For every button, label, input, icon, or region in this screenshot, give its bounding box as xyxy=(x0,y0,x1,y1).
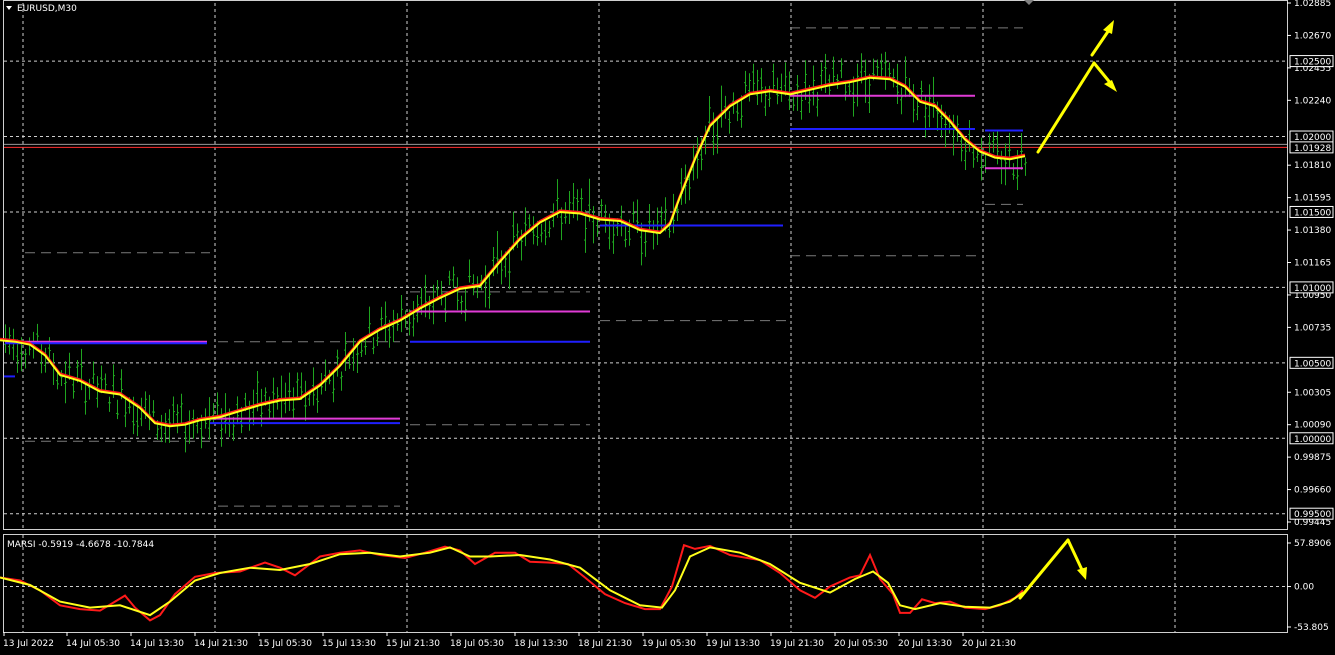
price-tick-label: 1.01810 xyxy=(1294,161,1331,171)
time-tick-label: 19 Jul 05:30 xyxy=(642,639,696,649)
indicator-tick-label: 57.8906 xyxy=(1294,539,1331,549)
time-tick-label: 19 Jul 21:30 xyxy=(770,639,824,649)
time-tick-label: 18 Jul 13:30 xyxy=(514,639,568,649)
level-price-label: 1.00000 xyxy=(1294,435,1331,445)
price-tick-label: 1.00305 xyxy=(1294,388,1331,398)
time-tick-label: 15 Jul 13:30 xyxy=(322,639,376,649)
price-tick-label: 1.02670 xyxy=(1294,31,1331,41)
level-price-label: 1.01000 xyxy=(1294,284,1331,294)
time-tick-label: 20 Jul 21:30 xyxy=(962,639,1016,649)
time-tick-label: 14 Jul 13:30 xyxy=(130,639,184,649)
price-tick-label: 1.02885 xyxy=(1294,0,1331,9)
time-tick-label: 20 Jul 05:30 xyxy=(834,639,888,649)
indicator-title: MARSI -0.5919 -4.6678 -10.7844 xyxy=(7,540,154,550)
symbol-title: EURUSD,M30 xyxy=(17,4,77,14)
price-tick-label: 1.02240 xyxy=(1294,96,1331,106)
time-tick-label: 20 Jul 13:30 xyxy=(898,639,952,649)
price-tick-label: 0.99660 xyxy=(1294,486,1331,496)
price-tick-label: 1.00735 xyxy=(1294,323,1331,333)
trading-chart-window[interactable]: 1.028851.026701.024551.022401.018101.015… xyxy=(0,0,1335,655)
level-price-label: 1.02500 xyxy=(1294,58,1331,68)
time-tick-label: 14 Jul 05:30 xyxy=(66,639,120,649)
price-tick-label: 1.01165 xyxy=(1294,259,1331,269)
price-tick-label: 0.99875 xyxy=(1294,453,1331,463)
price-tick-label: 1.01595 xyxy=(1294,194,1331,204)
time-tick-label: 19 Jul 13:30 xyxy=(706,639,760,649)
time-tick-label: 13 Jul 2022 xyxy=(3,639,54,649)
time-tick-label: 15 Jul 05:30 xyxy=(258,639,312,649)
time-tick-label: 18 Jul 21:30 xyxy=(578,639,632,649)
level-price-label: 1.00500 xyxy=(1294,359,1331,369)
price-tick-label: 1.01380 xyxy=(1294,226,1331,236)
indicator-tick-label: -53.805 xyxy=(1294,623,1329,633)
time-tick-label: 18 Jul 05:30 xyxy=(450,639,504,649)
chart-background xyxy=(0,0,1335,655)
time-tick-label: 15 Jul 21:30 xyxy=(386,639,440,649)
level-price-label: 1.01928 xyxy=(1294,144,1331,154)
time-tick-label: 14 Jul 21:30 xyxy=(194,639,248,649)
price-tick-label: 1.00090 xyxy=(1294,421,1331,431)
level-price-label: 0.99500 xyxy=(1294,510,1331,520)
indicator-tick-label: 0.00 xyxy=(1294,583,1314,593)
level-price-label: 1.01500 xyxy=(1294,208,1331,218)
